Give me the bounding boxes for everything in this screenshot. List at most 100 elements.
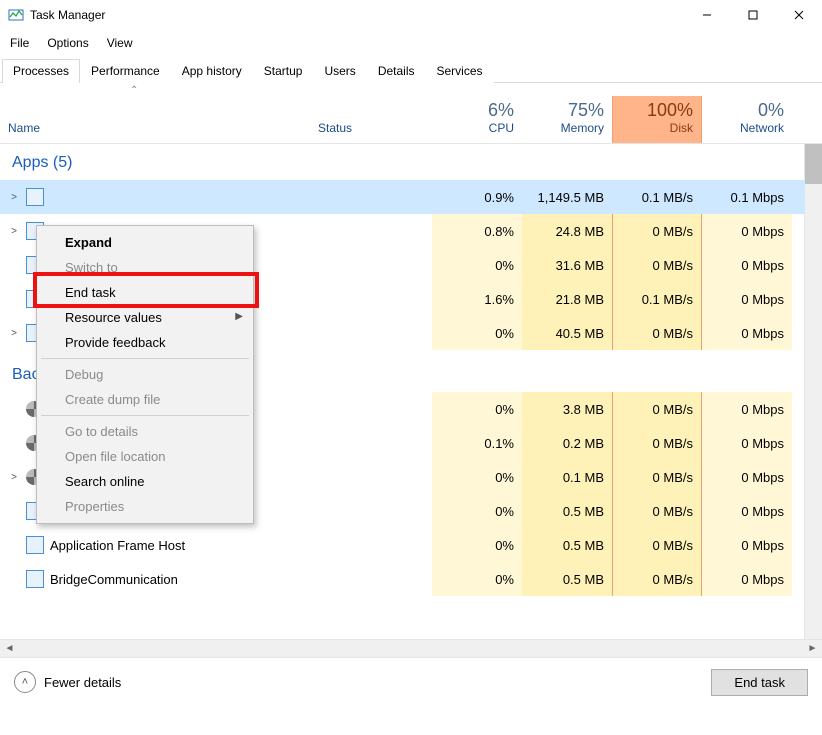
ctx-end-task[interactable]: End task — [39, 280, 251, 305]
expand-caret-icon[interactable]: > — [8, 472, 20, 483]
ctx-resource-values-label: Resource values — [65, 310, 162, 325]
process-status-cell — [310, 282, 432, 316]
memory-cell: 1,149.5 MB — [522, 180, 612, 214]
cpu-cell-value: 0% — [495, 326, 514, 341]
expand-caret-icon[interactable]: > — [8, 192, 20, 203]
menu-view[interactable]: View — [105, 34, 135, 52]
disk-cell-value: 0 MB/s — [653, 326, 693, 341]
maximize-button[interactable] — [730, 0, 776, 30]
process-status-cell — [310, 214, 432, 248]
cpu-cell-value: 0% — [495, 504, 514, 519]
network-cell: 0 Mbps — [702, 392, 792, 426]
cpu-cell: 0% — [432, 316, 522, 350]
disk-cell-value: 0 MB/s — [653, 538, 693, 553]
cpu-cell: 0% — [432, 460, 522, 494]
tab-app-history[interactable]: App history — [171, 59, 253, 83]
ctx-debug: Debug — [39, 362, 251, 387]
network-cell: 0 Mbps — [702, 214, 792, 248]
process-name: Application Frame Host — [50, 538, 185, 553]
memory-cell: 21.8 MB — [522, 282, 612, 316]
tab-startup[interactable]: Startup — [253, 59, 314, 83]
memory-cell: 40.5 MB — [522, 316, 612, 350]
cpu-cell-value: 0% — [495, 470, 514, 485]
disk-cell-value: 0.1 MB/s — [642, 190, 693, 205]
network-usage-percent: 0% — [710, 100, 784, 121]
column-status[interactable]: Status — [310, 117, 432, 143]
network-cell-value: 0 Mbps — [741, 470, 784, 485]
fewer-details-toggle[interactable]: ˄ Fewer details — [14, 671, 121, 693]
end-task-button[interactable]: End task — [711, 669, 808, 696]
menubar: File Options View — [0, 30, 822, 58]
process-status-cell — [310, 392, 432, 426]
ctx-resource-values[interactable]: Resource values ▶ — [39, 305, 251, 330]
cpu-cell: 0% — [432, 248, 522, 282]
vertical-scroll-thumb[interactable] — [805, 144, 822, 184]
network-cell: 0.1 Mbps — [702, 180, 792, 214]
vertical-scrollbar[interactable] — [804, 144, 822, 639]
column-cpu[interactable]: 6% CPU — [432, 96, 522, 143]
disk-cell-value: 0 MB/s — [653, 436, 693, 451]
table-row[interactable]: >0.9% 1,149.5 MB 0.1 MB/s 0.1 Mbps — [0, 180, 805, 214]
scroll-right-icon[interactable]: ► — [805, 643, 820, 654]
expand-caret-icon[interactable]: > — [8, 328, 20, 339]
network-cell-value: 0.1 Mbps — [731, 190, 784, 205]
table-row[interactable]: BridgeCommunication0%0.5 MB0 MB/s0 Mbps — [0, 562, 805, 596]
table-row[interactable]: Application Frame Host0%0.5 MB0 MB/s0 Mb… — [0, 528, 805, 562]
memory-cell: 3.8 MB — [522, 392, 612, 426]
disk-cell-value: 0 MB/s — [653, 224, 693, 239]
memory-cell-value: 1,149.5 MB — [538, 190, 605, 205]
network-cell-value: 0 Mbps — [741, 292, 784, 307]
disk-cell: 0 MB/s — [612, 392, 702, 426]
menu-file[interactable]: File — [8, 34, 31, 52]
minimize-button[interactable] — [684, 0, 730, 30]
cpu-cell: 0% — [432, 528, 522, 562]
cpu-cell: 0% — [432, 494, 522, 528]
scroll-left-icon[interactable]: ◄ — [2, 643, 17, 654]
network-cell: 0 Mbps — [702, 248, 792, 282]
network-cell: 0 Mbps — [702, 316, 792, 350]
tab-users[interactable]: Users — [313, 59, 366, 83]
process-name-cell[interactable]: BridgeCommunication — [0, 562, 310, 596]
process-name-cell[interactable]: > — [0, 180, 310, 214]
tab-performance[interactable]: Performance — [80, 59, 171, 83]
process-status-cell — [310, 562, 432, 596]
column-disk[interactable]: 100% Disk — [612, 96, 702, 143]
cpu-cell-value: 0.1% — [484, 436, 514, 451]
column-name[interactable]: Name — [0, 117, 310, 143]
horizontal-scrollbar[interactable]: ◄ ► — [0, 639, 822, 657]
memory-cell: 0.2 MB — [522, 426, 612, 460]
network-cell-value: 0 Mbps — [741, 402, 784, 417]
memory-cell-value: 21.8 MB — [556, 292, 604, 307]
network-cell-value: 0 Mbps — [741, 436, 784, 451]
cpu-cell-value: 0% — [495, 258, 514, 273]
tab-details[interactable]: Details — [367, 59, 426, 83]
close-button[interactable] — [776, 0, 822, 30]
column-network[interactable]: 0% Network — [702, 96, 792, 143]
network-cell-value: 0 Mbps — [741, 224, 784, 239]
ctx-open-file-location: Open file location — [39, 444, 251, 469]
process-status-cell — [310, 248, 432, 282]
disk-cell: 0.1 MB/s — [612, 282, 702, 316]
process-status-cell — [310, 460, 432, 494]
ctx-expand[interactable]: Expand — [39, 230, 251, 255]
ctx-search-online[interactable]: Search online — [39, 469, 251, 494]
memory-cell-value: 0.1 MB — [563, 470, 604, 485]
cpu-cell: 0.1% — [432, 426, 522, 460]
disk-usage-percent: 100% — [621, 100, 693, 121]
tab-services[interactable]: Services — [426, 59, 494, 83]
app-icon — [26, 188, 44, 206]
memory-cell: 0.5 MB — [522, 562, 612, 596]
memory-cell: 24.8 MB — [522, 214, 612, 248]
process-name-cell[interactable]: Application Frame Host — [0, 528, 310, 562]
expand-caret-icon[interactable]: > — [8, 226, 20, 237]
tab-processes[interactable]: Processes — [2, 59, 80, 83]
ctx-provide-feedback[interactable]: Provide feedback — [39, 330, 251, 355]
cpu-cell-value: 0.9% — [484, 190, 514, 205]
network-cell-value: 0 Mbps — [741, 504, 784, 519]
menu-options[interactable]: Options — [45, 34, 90, 52]
group-header-apps[interactable]: Apps (5) — [0, 144, 444, 180]
cpu-cell-value: 0.8% — [484, 224, 514, 239]
cpu-usage-percent: 6% — [440, 100, 514, 121]
column-memory[interactable]: 75% Memory — [522, 96, 612, 143]
disk-cell: 0 MB/s — [612, 248, 702, 282]
